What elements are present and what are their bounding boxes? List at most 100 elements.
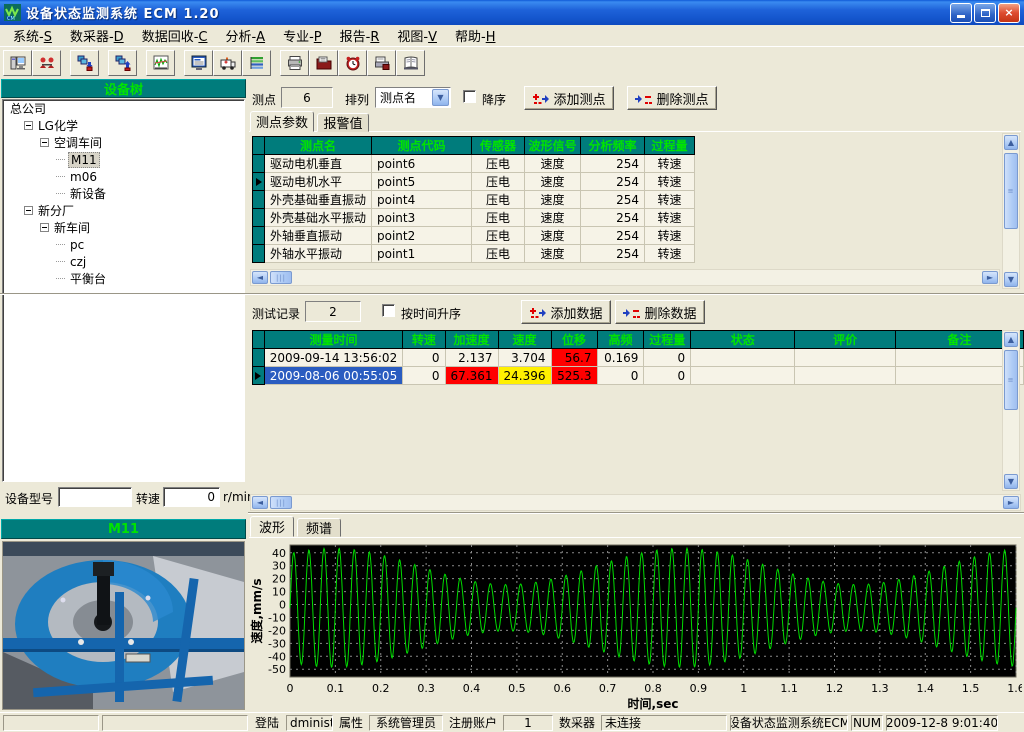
row-selector[interactable] bbox=[253, 367, 265, 385]
points-vscroll-thumb[interactable]: ≡ bbox=[1004, 153, 1018, 229]
cell[interactable]: 外壳基础垂直振动 bbox=[265, 191, 372, 209]
records-hscroll-thumb[interactable]: ||| bbox=[270, 496, 292, 509]
collapse-icon[interactable] bbox=[40, 223, 49, 232]
tree-item-空调车间[interactable]: 空调车间 bbox=[3, 134, 244, 151]
cell[interactable]: 速度 bbox=[525, 227, 581, 245]
add-point-button[interactable]: 添加测点 bbox=[524, 86, 614, 110]
scroll-left-icon[interactable]: ◄ bbox=[252, 496, 268, 509]
cell[interactable]: 0 bbox=[597, 367, 644, 385]
report-monitor-button[interactable] bbox=[184, 50, 213, 76]
column-header[interactable]: 速度 bbox=[498, 331, 551, 349]
column-header[interactable]: 测点代码 bbox=[372, 137, 472, 155]
data-upload-button[interactable] bbox=[108, 50, 137, 76]
cell[interactable]: 压电 bbox=[472, 245, 525, 263]
tree-item-新车间[interactable]: 新车间 bbox=[3, 219, 244, 236]
cell[interactable]: 速度 bbox=[525, 245, 581, 263]
records-vscroll-thumb[interactable]: ≡ bbox=[1004, 350, 1018, 410]
collapse-icon[interactable] bbox=[24, 206, 33, 215]
tree-item-LG化学[interactable]: LG化学 bbox=[3, 117, 244, 134]
menu-帮助-H[interactable]: 帮助-H bbox=[446, 24, 504, 47]
points-hscroll-thumb[interactable]: ||| bbox=[270, 271, 292, 284]
cell[interactable]: 转速 bbox=[645, 173, 695, 191]
delete-point-button[interactable]: 删除测点 bbox=[627, 86, 717, 110]
cell[interactable]: 转速 bbox=[645, 245, 695, 263]
cell[interactable]: 外轴水平振动 bbox=[265, 245, 372, 263]
tree-item-pc[interactable]: pc bbox=[3, 236, 244, 253]
cell[interactable]: 0.169 bbox=[597, 349, 644, 367]
restore-button[interactable] bbox=[974, 3, 996, 23]
time-ascending-checkbox[interactable] bbox=[382, 304, 395, 317]
collapse-icon[interactable] bbox=[40, 138, 49, 147]
device-model-input[interactable] bbox=[58, 487, 132, 507]
cell[interactable]: 254 bbox=[581, 173, 645, 191]
tree-item-总公司[interactable]: 总公司 bbox=[3, 100, 244, 117]
column-header[interactable]: 加速度 bbox=[445, 331, 498, 349]
cell[interactable]: 速度 bbox=[525, 191, 581, 209]
cell[interactable]: 2.137 bbox=[445, 349, 498, 367]
cell[interactable]: 速度 bbox=[525, 155, 581, 173]
cell[interactable] bbox=[795, 367, 895, 385]
column-header[interactable]: 分析频率 bbox=[581, 137, 645, 155]
cell[interactable]: 压电 bbox=[472, 227, 525, 245]
column-header[interactable]: 过程量 bbox=[644, 331, 691, 349]
points-tab-报警值[interactable]: 报警值 bbox=[317, 113, 369, 132]
cell[interactable]: point5 bbox=[372, 173, 472, 191]
cell[interactable]: 压电 bbox=[472, 155, 525, 173]
points-table-row[interactable]: 外壳基础水平振动point3压电速度254转速 bbox=[253, 209, 695, 227]
cell[interactable]: 3.704 bbox=[498, 349, 551, 367]
cell[interactable]: 254 bbox=[581, 245, 645, 263]
cell[interactable]: 56.7 bbox=[551, 349, 597, 367]
cell[interactable]: point6 bbox=[372, 155, 472, 173]
dropdown-arrow-icon[interactable]: ▼ bbox=[432, 89, 449, 106]
menu-数据回收-C[interactable]: 数据回收-C bbox=[133, 24, 217, 47]
column-header[interactable]: 状态 bbox=[691, 331, 795, 349]
records-table-row[interactable]: 2009-09-14 13:56:0202.1373.70456.70.1690 bbox=[253, 349, 1024, 367]
points-table-row[interactable]: 外轴垂直振动point2压电速度254转速 bbox=[253, 227, 695, 245]
points-table-row[interactable]: 驱动电机水平point5压电速度254转速 bbox=[253, 173, 695, 191]
tree-item-新设备[interactable]: 新设备 bbox=[3, 185, 244, 202]
cell[interactable]: 转速 bbox=[645, 209, 695, 227]
cell[interactable]: 转速 bbox=[645, 155, 695, 173]
scroll-right-icon[interactable]: ► bbox=[1003, 496, 1019, 509]
print-report-button[interactable] bbox=[367, 50, 396, 76]
menu-分析-A[interactable]: 分析-A bbox=[216, 24, 274, 47]
scroll-down-icon[interactable]: ▼ bbox=[1004, 272, 1018, 287]
chart-tab-频谱[interactable]: 频谱 bbox=[297, 518, 341, 537]
column-header[interactable]: 测点名 bbox=[265, 137, 372, 155]
column-header[interactable]: 测量时间 bbox=[264, 331, 402, 349]
alarm-ambulance-button[interactable] bbox=[213, 50, 242, 76]
cell[interactable]: 0 bbox=[644, 349, 691, 367]
cell[interactable]: 254 bbox=[581, 155, 645, 173]
add-data-button[interactable]: 添加数据 bbox=[521, 300, 611, 324]
computer-button[interactable] bbox=[3, 50, 32, 76]
network-users-button[interactable] bbox=[32, 50, 61, 76]
cell[interactable]: point4 bbox=[372, 191, 472, 209]
menu-系统-S[interactable]: 系统-S bbox=[4, 24, 61, 47]
alarm-clock-button[interactable] bbox=[338, 50, 367, 76]
cell[interactable]: 254 bbox=[581, 191, 645, 209]
scroll-right-icon[interactable]: ► bbox=[982, 271, 998, 284]
points-table-row[interactable]: 驱动电机垂直point6压电速度254转速 bbox=[253, 155, 695, 173]
row-selector[interactable] bbox=[253, 227, 265, 245]
column-header[interactable]: 评价 bbox=[795, 331, 895, 349]
descending-checkbox[interactable] bbox=[463, 90, 476, 103]
cell[interactable]: 0 bbox=[403, 367, 445, 385]
cell[interactable]: 速度 bbox=[525, 173, 581, 191]
print-folder-button[interactable] bbox=[309, 50, 338, 76]
cell[interactable]: point1 bbox=[372, 245, 472, 263]
records-table-row[interactable]: 2009-08-06 00:55:05067.36124.396525.300 bbox=[253, 367, 1024, 385]
logbook-button[interactable] bbox=[396, 50, 425, 76]
cell[interactable]: 67.361 bbox=[445, 367, 498, 385]
row-selector[interactable] bbox=[253, 209, 265, 227]
scroll-left-icon[interactable]: ◄ bbox=[252, 271, 268, 284]
cell[interactable]: 驱动电机垂直 bbox=[265, 155, 372, 173]
level-list-button[interactable] bbox=[242, 50, 271, 76]
cell[interactable]: 254 bbox=[581, 209, 645, 227]
cell[interactable]: 24.396 bbox=[498, 367, 551, 385]
column-header[interactable]: 过程量 bbox=[645, 137, 695, 155]
column-header[interactable]: 传感器 bbox=[472, 137, 525, 155]
records-vscrollbar[interactable]: ▲ ≡ ▼ bbox=[1002, 330, 1020, 491]
points-tab-测点参数[interactable]: 测点参数 bbox=[250, 111, 314, 132]
scroll-up-icon[interactable]: ▲ bbox=[1004, 135, 1018, 150]
cell[interactable]: 转速 bbox=[645, 227, 695, 245]
